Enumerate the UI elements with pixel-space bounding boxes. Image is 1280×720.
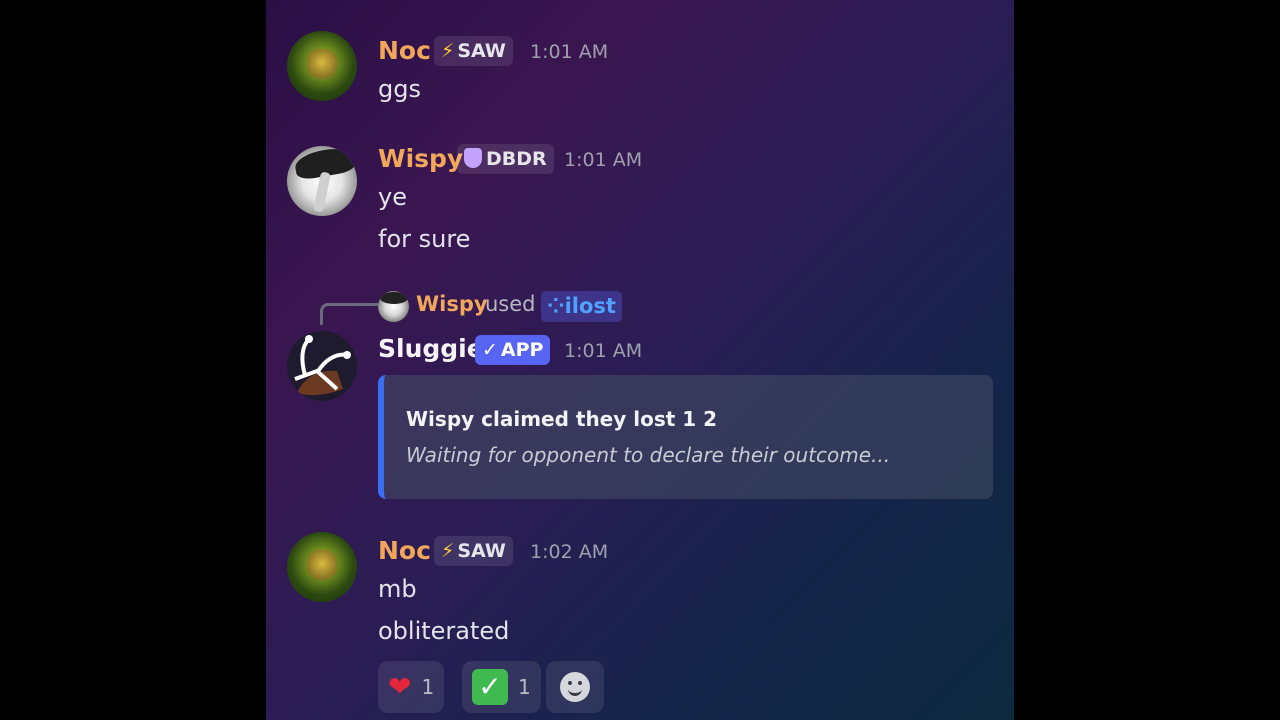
message-text: ye bbox=[378, 183, 407, 211]
command-mention[interactable]: ⁘ilost bbox=[541, 291, 622, 322]
lightning-icon: ⚡ bbox=[441, 540, 455, 562]
add-reaction-button[interactable] bbox=[546, 661, 604, 713]
avatar-wispy[interactable] bbox=[287, 146, 357, 216]
shield-icon bbox=[464, 148, 482, 168]
message-text: mb bbox=[378, 575, 417, 603]
role-tag[interactable]: DBDR bbox=[457, 144, 554, 174]
timestamp: 1:01 AM bbox=[564, 340, 643, 362]
timestamp: 1:01 AM bbox=[530, 41, 609, 63]
reaction-check[interactable]: ✓ 1 bbox=[462, 661, 541, 713]
timestamp: 1:02 AM bbox=[530, 541, 609, 563]
author-name[interactable]: Noc bbox=[378, 536, 431, 565]
avatar-noc[interactable] bbox=[287, 31, 357, 101]
avatar-sluggie[interactable] bbox=[287, 331, 357, 401]
role-tag[interactable]: ⚡ SAW bbox=[434, 536, 513, 566]
heart-icon: ❤ bbox=[388, 670, 412, 703]
lightning-icon: ⚡ bbox=[441, 40, 455, 62]
checkmark-icon: ✓ bbox=[482, 339, 498, 361]
reaction-count: 1 bbox=[518, 675, 531, 699]
message-text: for sure bbox=[378, 225, 471, 253]
reply-used-text: used bbox=[485, 292, 536, 316]
message-text: ggs bbox=[378, 75, 421, 103]
author-name[interactable]: Sluggie bbox=[378, 334, 484, 363]
embed-card: Wispy claimed they lost 1 2 Waiting for … bbox=[378, 375, 993, 499]
reaction-heart[interactable]: ❤ 1 bbox=[378, 661, 445, 713]
author-name[interactable]: Noc bbox=[378, 36, 431, 65]
check-mark-icon: ✓ bbox=[472, 669, 508, 705]
role-tag-label: SAW bbox=[457, 40, 506, 62]
slash-command-icon: ⁘ bbox=[547, 294, 565, 318]
smiley-icon bbox=[560, 672, 590, 702]
app-tag-label: APP bbox=[500, 339, 544, 361]
embed-title: Wispy claimed they lost 1 2 bbox=[406, 407, 718, 431]
reply-user[interactable]: Wispy bbox=[416, 292, 488, 316]
role-tag-label: SAW bbox=[457, 540, 506, 562]
reply-connector bbox=[320, 303, 378, 325]
reply-avatar[interactable] bbox=[378, 291, 409, 322]
author-name[interactable]: Wispy bbox=[378, 144, 463, 173]
slug-icon bbox=[294, 335, 351, 396]
message-text: obliterated bbox=[378, 617, 510, 645]
timestamp: 1:01 AM bbox=[564, 149, 643, 171]
app-tag[interactable]: ✓ APP bbox=[475, 335, 551, 365]
command-name: ilost bbox=[564, 294, 616, 318]
role-tag[interactable]: ⚡ SAW bbox=[434, 36, 513, 66]
avatar-noc[interactable] bbox=[287, 532, 357, 602]
role-tag-label: DBDR bbox=[486, 148, 547, 170]
reaction-count: 1 bbox=[421, 675, 435, 699]
embed-description: Waiting for opponent to declare their ou… bbox=[406, 443, 891, 467]
